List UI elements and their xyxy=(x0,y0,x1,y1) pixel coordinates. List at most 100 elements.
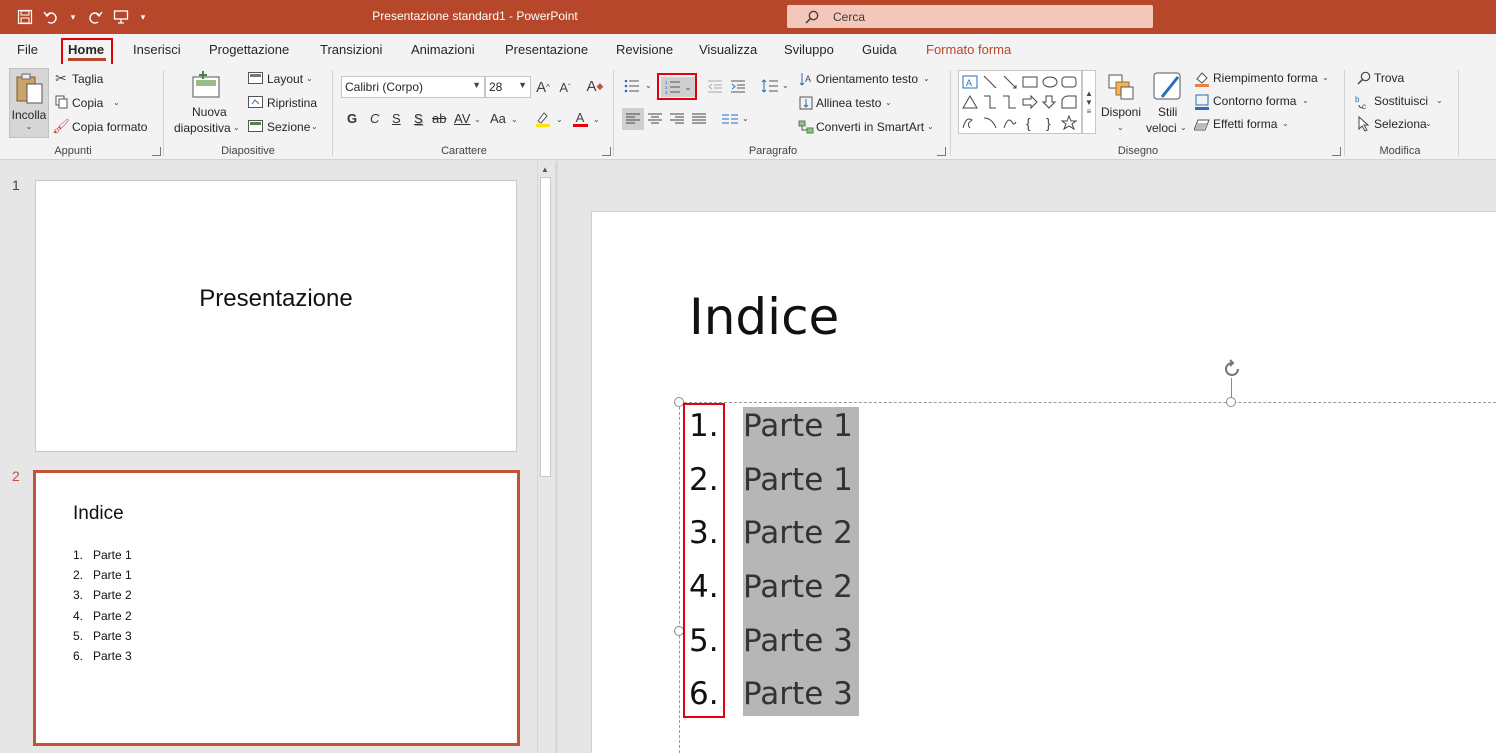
character-spacing-button[interactable]: AV xyxy=(454,111,470,126)
thumbnail-scrollbar[interactable]: ▲ xyxy=(537,161,553,753)
slide-thumbnail-1[interactable]: Presentazione xyxy=(35,180,517,452)
columns-icon[interactable] xyxy=(721,111,739,127)
chevron-down-icon[interactable]: ⌄ xyxy=(1425,119,1432,128)
tab-animazioni[interactable]: Animazioni xyxy=(411,42,475,57)
appunti-launcher-icon[interactable] xyxy=(152,147,161,156)
chevron-down-icon[interactable]: ⌄ xyxy=(645,81,652,90)
quick-styles-label-2[interactable]: veloci xyxy=(1146,121,1177,135)
font-color-icon[interactable]: A xyxy=(571,110,589,128)
copy-button[interactable]: Copia xyxy=(72,96,103,110)
search-box[interactable]: Cerca xyxy=(787,5,1153,28)
disegno-launcher-icon[interactable] xyxy=(1332,147,1341,156)
bold-button[interactable]: G xyxy=(347,111,357,126)
reset-button[interactable]: Ripristina xyxy=(267,96,317,110)
convert-smartart-button[interactable]: Converti in SmartArt xyxy=(816,120,924,134)
shape-effects-button[interactable]: Effetti forma xyxy=(1213,117,1277,131)
chevron-down-icon[interactable]: ⌄ xyxy=(1282,119,1289,128)
change-case-button[interactable]: Aa xyxy=(490,111,506,126)
chevron-down-icon[interactable]: ⌄ xyxy=(474,115,481,124)
rotate-handle-icon[interactable] xyxy=(1221,358,1243,383)
tab-transizioni[interactable]: Transizioni xyxy=(320,42,382,57)
justify-icon[interactable] xyxy=(690,111,708,127)
chevron-down-icon[interactable]: ⌄ xyxy=(782,81,789,90)
chevron-down-icon[interactable]: ⌄ xyxy=(1322,73,1329,82)
replace-button[interactable]: Sostituisci xyxy=(1374,94,1428,108)
tab-progettazione[interactable]: Progettazione xyxy=(209,42,289,57)
align-right-icon[interactable] xyxy=(668,111,686,127)
increase-indent-icon[interactable] xyxy=(729,78,747,94)
align-center-icon[interactable] xyxy=(646,111,664,127)
smartart-icon xyxy=(798,119,814,135)
grow-font-icon[interactable]: A ^ xyxy=(534,78,552,96)
arrange-button[interactable]: Disponi xyxy=(1101,105,1141,119)
italic-button[interactable]: C xyxy=(370,111,379,126)
cut-button[interactable]: Taglia xyxy=(72,72,103,86)
list-item[interactable]: Parte 1 xyxy=(743,459,853,513)
new-slide-label-2[interactable]: diapositiva xyxy=(174,121,231,135)
slide-thumbnail-2[interactable]: Indice 1. Parte 1 2. Parte 1 3. Parte 2 4. P… xyxy=(33,470,520,746)
chevron-down-icon[interactable]: ⌄ xyxy=(923,74,930,83)
layout-dropdown-icon[interactable]: ⌄ xyxy=(306,74,313,83)
chevron-down-icon[interactable]: ⌄ xyxy=(593,115,600,124)
shrink-font-icon[interactable]: Aˇ xyxy=(556,78,574,96)
paste-button[interactable]: Incolla ⌄ xyxy=(9,68,49,138)
tab-visualizza[interactable]: Visualizza xyxy=(699,42,757,57)
clear-formatting-icon[interactable]: A ◆ xyxy=(586,77,604,95)
title-bar: ▾ ▾ Presentazione standard1 - PowerPoint… xyxy=(0,0,1496,34)
paragrafo-launcher-icon[interactable] xyxy=(937,147,946,156)
chevron-down-icon[interactable]: ⌄ xyxy=(1302,96,1309,105)
section-button[interactable]: Sezione xyxy=(267,120,310,134)
list-item[interactable]: Parte 1 xyxy=(743,405,853,459)
chevron-down-icon[interactable]: ⌄ xyxy=(742,114,749,123)
shapes-gallery-scroll[interactable]: ▲ ▼ ≡ xyxy=(1082,70,1096,134)
quick-styles-label-1[interactable]: Stili xyxy=(1158,105,1177,119)
tab-file[interactable]: File xyxy=(17,42,38,57)
chevron-down-icon[interactable]: ⌄ xyxy=(1436,96,1443,105)
tab-presentazione[interactable]: Presentazione xyxy=(505,42,588,57)
strikethrough-button[interactable]: ab xyxy=(432,111,446,126)
bullets-icon[interactable] xyxy=(623,78,641,94)
font-name-combo[interactable]: Calibri (Corpo) ▼ xyxy=(341,76,485,98)
list-item[interactable]: Parte 3 xyxy=(743,673,853,727)
resize-handle-top[interactable] xyxy=(1226,397,1236,407)
shape-outline-button[interactable]: Contorno forma xyxy=(1213,94,1296,108)
carattere-launcher-icon[interactable] xyxy=(602,147,611,156)
new-slide-dropdown-icon[interactable]: ⌄ xyxy=(233,123,240,132)
shape-fill-button[interactable]: Riempimento forma xyxy=(1213,71,1318,85)
decrease-indent-icon[interactable] xyxy=(706,78,724,94)
highlight-color-icon[interactable] xyxy=(534,110,552,128)
find-button[interactable]: Trova xyxy=(1374,71,1404,85)
line-spacing-icon[interactable] xyxy=(760,78,780,94)
list-item[interactable]: Parte 2 xyxy=(743,512,853,566)
numbered-list-items[interactable]: Parte 1 Parte 1 Parte 2 Parte 2 Parte 3 … xyxy=(743,405,853,727)
chevron-down-icon[interactable]: ⌄ xyxy=(927,122,934,131)
tab-formato-forma[interactable]: Formato forma xyxy=(926,42,1011,57)
chevron-down-icon[interactable]: ⌄ xyxy=(1180,123,1187,132)
list-item[interactable]: Parte 2 xyxy=(743,566,853,620)
select-button[interactable]: Seleziona xyxy=(1374,117,1427,131)
shapes-gallery[interactable]: A {} xyxy=(958,70,1082,134)
font-size-combo[interactable]: 28 ▼ xyxy=(485,76,531,98)
align-text-button[interactable]: Allinea testo xyxy=(816,96,881,110)
list-item[interactable]: Parte 3 xyxy=(743,620,853,674)
scrollbar-thumb[interactable] xyxy=(540,177,551,477)
layout-button[interactable]: Layout xyxy=(267,72,303,86)
format-painter-button[interactable]: Copia formato xyxy=(72,120,147,134)
section-dropdown-icon[interactable]: ⌄ xyxy=(311,122,318,131)
chevron-down-icon[interactable]: ⌄ xyxy=(1117,123,1124,132)
tab-revisione[interactable]: Revisione xyxy=(616,42,673,57)
new-slide-label-1[interactable]: Nuova xyxy=(192,105,227,119)
slide-title[interactable]: Indice xyxy=(689,288,839,346)
chevron-down-icon[interactable]: ⌄ xyxy=(885,98,892,107)
shadow-button[interactable]: S xyxy=(414,111,423,126)
chevron-down-icon[interactable]: ⌄ xyxy=(556,115,563,124)
text-direction-button[interactable]: Orientamento testo xyxy=(816,72,918,86)
tab-inserisci[interactable]: Inserisci xyxy=(133,42,181,57)
copy-dropdown-icon[interactable]: ⌄ xyxy=(113,98,120,107)
scroll-up-icon[interactable]: ▲ xyxy=(541,165,549,174)
underline-button[interactable]: S xyxy=(392,111,401,126)
align-left-icon[interactable] xyxy=(622,108,644,130)
tab-sviluppo[interactable]: Sviluppo xyxy=(784,42,834,57)
chevron-down-icon[interactable]: ⌄ xyxy=(511,115,518,124)
tab-guida[interactable]: Guida xyxy=(862,42,897,57)
